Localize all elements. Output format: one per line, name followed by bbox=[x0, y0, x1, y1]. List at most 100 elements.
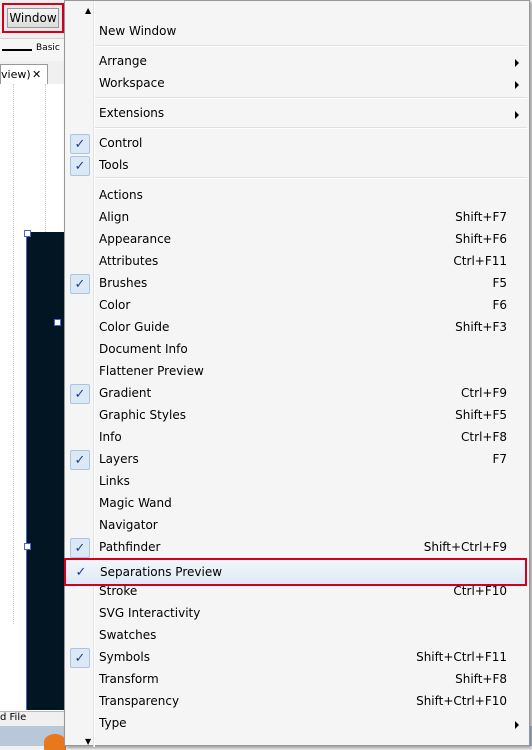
checkmark-icon: ✓ bbox=[70, 134, 90, 154]
submenu-arrow-icon bbox=[515, 721, 519, 729]
menu-item-label: New Window bbox=[99, 24, 177, 38]
checkmark-icon: ✓ bbox=[75, 564, 87, 580]
menu-item-color[interactable]: Color F6 bbox=[67, 295, 527, 317]
status-bar: d File bbox=[0, 711, 64, 726]
checkmark-icon: ✓ bbox=[70, 156, 90, 176]
checkmark-icon: ✓ bbox=[70, 384, 90, 404]
menu-item-label: Layers bbox=[99, 452, 139, 466]
menu-item-label: Links bbox=[99, 474, 130, 488]
menu-item-label: Stroke bbox=[99, 584, 138, 598]
menu-item-label: Navigator bbox=[99, 518, 158, 532]
menu-item-label: Graphic Styles bbox=[99, 408, 186, 422]
menu-item-workspace[interactable]: Workspace bbox=[67, 73, 527, 95]
menu-item-graphic-styles[interactable]: Graphic Styles Shift+F5 bbox=[67, 405, 527, 427]
menu-item-stroke[interactable]: Stroke Ctrl+F10 bbox=[67, 581, 527, 603]
menu-item-type[interactable]: Type bbox=[67, 713, 527, 735]
menu-item-label: Document Info bbox=[99, 342, 188, 356]
menu-item-transparency[interactable]: Transparency Shift+Ctrl+F10 bbox=[67, 691, 527, 713]
menu-item-magic-wand[interactable]: Magic Wand bbox=[67, 493, 527, 515]
menu-item-label: Info bbox=[99, 430, 122, 444]
menu-separator bbox=[95, 97, 527, 99]
menu-item-brushes[interactable]: ✓ Brushes F5 bbox=[67, 273, 527, 295]
document-tab-label: view) bbox=[1, 68, 31, 81]
menu-item-actions[interactable]: Actions bbox=[67, 185, 527, 207]
selection-handle[interactable] bbox=[24, 230, 31, 237]
menu-item-pathfinder[interactable]: ✓ Pathfinder Shift+Ctrl+F9 bbox=[67, 537, 527, 559]
checkmark-icon: ✓ bbox=[70, 538, 90, 558]
menu-item-label: Transform bbox=[99, 672, 159, 686]
menu-item-color-guide[interactable]: Color Guide Shift+F3 bbox=[67, 317, 527, 339]
scroll-up-icon[interactable]: ▲ bbox=[85, 6, 91, 15]
menu-item-shortcut: Ctrl+F8 bbox=[461, 430, 507, 444]
menu-item-shortcut: Ctrl+F9 bbox=[461, 386, 507, 400]
checkmark-icon: ✓ bbox=[70, 648, 90, 668]
stroke-preview[interactable] bbox=[2, 49, 32, 51]
menu-item-shortcut: Shift+Ctrl+F10 bbox=[416, 694, 507, 708]
menu-item-label: Pathfinder bbox=[99, 540, 161, 554]
menu-item-control[interactable]: ✓ Control bbox=[67, 133, 527, 155]
menu-item-arrange[interactable]: Arrange bbox=[67, 51, 527, 73]
menu-item-appearance[interactable]: Appearance Shift+F6 bbox=[67, 229, 527, 251]
window-menu: ▲ ▼ New Window Arrange Workspace Extensions… bbox=[64, 0, 530, 747]
menu-item-swatches[interactable]: Swatches bbox=[67, 625, 527, 647]
menu-item-label: Tools bbox=[99, 158, 129, 172]
menu-item-links[interactable]: Links bbox=[67, 471, 527, 493]
menu-item-shortcut: Shift+Ctrl+F9 bbox=[423, 540, 507, 554]
menu-separator bbox=[95, 45, 527, 47]
control-bar: Basic bbox=[0, 38, 64, 61]
menu-item-shortcut: F7 bbox=[492, 452, 507, 466]
menu-item-shortcut: F5 bbox=[492, 276, 507, 290]
menu-item-attributes[interactable]: Attributes Ctrl+F11 bbox=[67, 251, 527, 273]
checkmark-icon: ✓ bbox=[70, 450, 90, 470]
menu-item-info[interactable]: Info Ctrl+F8 bbox=[67, 427, 527, 449]
style-label[interactable]: Basic bbox=[36, 43, 60, 53]
guide-line bbox=[13, 84, 15, 624]
close-icon[interactable]: ✕ bbox=[32, 68, 41, 81]
menu-item-label: Arrange bbox=[99, 54, 147, 68]
menu-item-label: Flattener Preview bbox=[99, 364, 204, 378]
menu-item-label: Actions bbox=[99, 188, 143, 202]
menu-item-label: Type bbox=[99, 716, 127, 730]
menu-item-document-info[interactable]: Document Info bbox=[67, 339, 527, 361]
menu-item-navigator[interactable]: Navigator bbox=[67, 515, 527, 537]
document-tab[interactable]: view) ✕ bbox=[0, 64, 48, 84]
status-label: d File bbox=[0, 712, 27, 723]
menu-item-label: Gradient bbox=[99, 386, 152, 400]
selection-handle[interactable] bbox=[54, 319, 61, 326]
menu-item-label: Separations Preview bbox=[100, 565, 223, 579]
submenu-arrow-icon bbox=[515, 81, 519, 89]
menu-item-label: Extensions bbox=[99, 106, 165, 120]
menu-item-tools[interactable]: ✓ Tools bbox=[67, 155, 527, 177]
menu-item-label: Appearance bbox=[99, 232, 172, 246]
menu-item-layers[interactable]: ✓ Layers F7 bbox=[67, 449, 527, 471]
menu-item-label: Color bbox=[99, 298, 131, 312]
menu-item-flattener-preview[interactable]: Flattener Preview bbox=[67, 361, 527, 383]
window-menu-label: Window bbox=[7, 8, 59, 28]
menu-item-new-window[interactable]: New Window bbox=[67, 21, 527, 43]
submenu-arrow-icon bbox=[515, 111, 519, 119]
menu-item-gradient[interactable]: ✓ Gradient Ctrl+F9 bbox=[67, 383, 527, 405]
taskbar-app-icon[interactable] bbox=[44, 734, 66, 750]
menu-item-symbols[interactable]: ✓ Symbols Shift+Ctrl+F11 bbox=[67, 647, 527, 669]
menu-item-extensions[interactable]: Extensions bbox=[67, 103, 527, 125]
window-menu-button[interactable]: Window bbox=[2, 3, 64, 33]
menu-item-label: Brushes bbox=[99, 276, 148, 290]
menu-item-shortcut: Shift+F6 bbox=[455, 232, 507, 246]
menu-item-align[interactable]: Align Shift+F7 bbox=[67, 207, 527, 229]
menu-item-shortcut: Shift+Ctrl+F11 bbox=[416, 650, 507, 664]
menu-separator bbox=[95, 127, 527, 129]
menu-item-label: Align bbox=[99, 210, 130, 224]
menu-item-shortcut: Ctrl+F11 bbox=[453, 254, 507, 268]
artwork[interactable] bbox=[26, 232, 67, 710]
menu-item-shortcut: Shift+F8 bbox=[455, 672, 507, 686]
menu-item-svg-interactivity[interactable]: SVG Interactivity bbox=[67, 603, 527, 625]
menu-item-label: Swatches bbox=[99, 628, 157, 642]
menu-item-shortcut: F6 bbox=[492, 298, 507, 312]
menu-item-label: Magic Wand bbox=[99, 496, 172, 510]
menu-item-transform[interactable]: Transform Shift+F8 bbox=[67, 669, 527, 691]
scroll-down-icon[interactable]: ▼ bbox=[85, 737, 91, 746]
menu-item-label: SVG Interactivity bbox=[99, 606, 201, 620]
menu-item-label: Symbols bbox=[99, 650, 150, 664]
checkmark-icon: ✓ bbox=[70, 274, 90, 294]
selection-handle[interactable] bbox=[24, 543, 31, 550]
